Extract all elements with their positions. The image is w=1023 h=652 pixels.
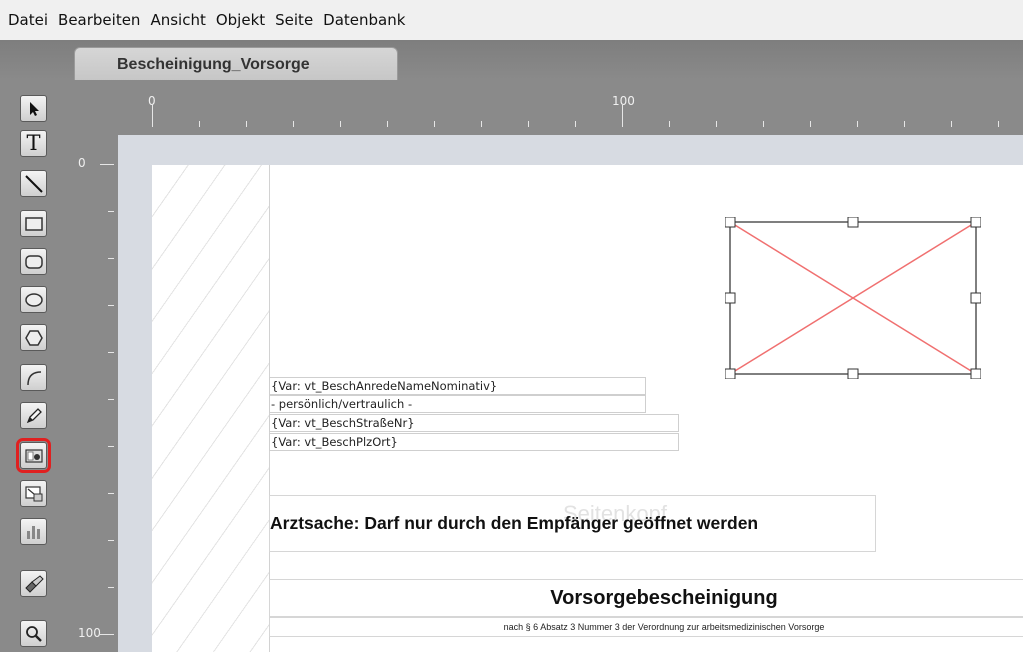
- ruler-tick: [904, 121, 905, 127]
- pen-tool[interactable]: [20, 402, 47, 429]
- ruler-tick: [810, 121, 811, 127]
- address-field-city[interactable]: {Var: vt_BeschPlzOrt}: [269, 433, 679, 451]
- title-box[interactable]: Vorsorgebescheinigung: [269, 579, 1023, 617]
- ruler-tick: [481, 121, 482, 127]
- menu-bar: Datei Bearbeiten Ansicht Objekt Seite Da…: [0, 0, 1023, 40]
- ruler-tick: [998, 121, 999, 127]
- polygon-tool[interactable]: [20, 324, 47, 351]
- menu-datei[interactable]: Datei: [8, 11, 48, 29]
- ruler-tick: [152, 105, 153, 127]
- menu-datenbank[interactable]: Datenbank: [323, 11, 405, 29]
- document-subtitle: nach § 6 Absatz 3 Nummer 3 der Verordnun…: [503, 622, 825, 632]
- horizontal-ruler: 0 100: [72, 80, 1023, 135]
- address-field-street[interactable]: {Var: vt_BeschStraßeNr}: [269, 414, 679, 432]
- rounded-rectangle-icon: [24, 254, 43, 269]
- ruler-tick: [622, 105, 623, 127]
- notice-text: Arztsache: Darf nur durch den Empfänger …: [270, 513, 759, 533]
- notice-box[interactable]: Arztsache: Darf nur durch den Empfänger …: [269, 495, 876, 552]
- ruler-tick: [293, 121, 294, 127]
- ruler-tick: [340, 121, 341, 127]
- document-page[interactable]: {Var: vt_BeschAnredeNameNominativ} - per…: [152, 165, 1023, 652]
- image-placeholder[interactable]: [725, 217, 981, 379]
- line-tool[interactable]: [20, 170, 47, 197]
- ruler-tick: [763, 121, 764, 127]
- arrow-icon: [29, 101, 39, 116]
- line-icon: [24, 174, 43, 193]
- zoom-tool[interactable]: [20, 620, 47, 647]
- ruler-tick: [108, 399, 114, 400]
- document-title: Vorsorgebescheinigung: [550, 586, 778, 609]
- menu-ansicht[interactable]: Ansicht: [150, 11, 205, 29]
- ruler-tick: [246, 121, 247, 127]
- text-icon: T: [26, 131, 41, 155]
- rectangle-tool[interactable]: [20, 210, 47, 237]
- arc-icon: [26, 370, 41, 385]
- select-tool[interactable]: [20, 95, 47, 122]
- ellipse-icon: [24, 292, 43, 307]
- ruler-label-100: 100: [612, 94, 635, 108]
- tab-bescheinigung-vorsorge[interactable]: Bescheinigung_Vorsorge: [74, 47, 398, 81]
- frame-icon: [24, 485, 42, 501]
- magnifier-icon: [25, 625, 42, 642]
- brush-icon: [24, 574, 44, 593]
- text-tool[interactable]: T: [20, 130, 47, 157]
- tool-palette: T: [0, 80, 72, 652]
- tab-label: Bescheinigung_Vorsorge: [117, 55, 310, 73]
- brush-tool[interactable]: [20, 570, 47, 597]
- menu-objekt[interactable]: Objekt: [216, 11, 265, 29]
- hexagon-icon: [24, 329, 43, 346]
- arc-tool[interactable]: [20, 364, 47, 391]
- ruler-tick: [669, 121, 670, 127]
- menu-seite[interactable]: Seite: [275, 11, 313, 29]
- ruler-tick: [100, 164, 114, 165]
- ruler-tick: [951, 121, 952, 127]
- ruler-tick: [108, 211, 114, 212]
- camera-icon: [24, 448, 43, 463]
- ruler-tick: [716, 121, 717, 127]
- ruler-tick: [434, 121, 435, 127]
- ruler-tick: [387, 121, 388, 127]
- pencil-icon: [26, 407, 42, 423]
- ruler-label-0: 0: [78, 156, 86, 170]
- vertical-ruler: 0 100: [72, 135, 118, 652]
- menu-bearbeiten[interactable]: Bearbeiten: [58, 11, 140, 29]
- tab-strip: Bescheinigung_Vorsorge: [0, 40, 1023, 81]
- ruler-label-100: 100: [78, 626, 101, 640]
- ruler-tick: [108, 352, 114, 353]
- image-tool[interactable]: [16, 438, 51, 473]
- bar-chart-icon: [26, 525, 40, 539]
- ruler-tick: [857, 121, 858, 127]
- ruler-tick: [575, 121, 576, 127]
- ruler-tick: [108, 258, 114, 259]
- subtitle-box[interactable]: nach § 6 Absatz 3 Nummer 3 der Verordnun…: [269, 617, 1023, 637]
- page-margin: [152, 165, 270, 652]
- ruler-tick: [108, 446, 114, 447]
- rectangle-icon: [24, 216, 43, 231]
- address-field-name[interactable]: {Var: vt_BeschAnredeNameNominativ}: [269, 377, 646, 395]
- rounded-rectangle-tool[interactable]: [20, 248, 47, 275]
- chart-tool[interactable]: [20, 518, 47, 545]
- embed-tool[interactable]: [20, 480, 47, 507]
- ruler-tick: [108, 493, 114, 494]
- address-field-confidential[interactable]: - persönlich/vertraulich -: [269, 395, 646, 413]
- ruler-tick: [108, 540, 114, 541]
- ruler-tick: [108, 587, 114, 588]
- design-canvas[interactable]: {Var: vt_BeschAnredeNameNominativ} - per…: [118, 135, 1023, 652]
- ellipse-tool[interactable]: [20, 286, 47, 313]
- ruler-tick: [199, 121, 200, 127]
- ruler-tick: [108, 305, 114, 306]
- ruler-tick: [528, 121, 529, 127]
- ruler-tick: [100, 634, 114, 635]
